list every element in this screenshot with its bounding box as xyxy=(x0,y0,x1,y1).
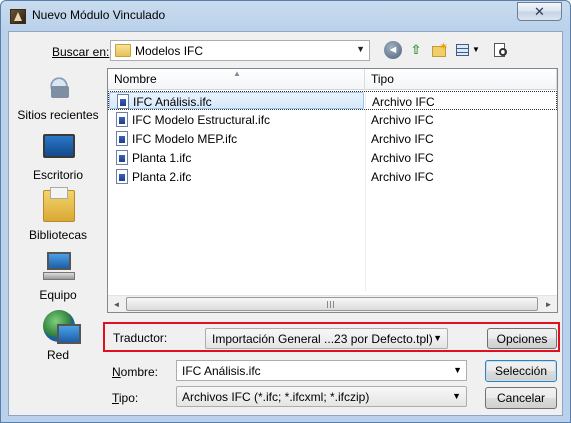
places-bar: Sitios recientes Escritorio Bibliotecas … xyxy=(9,68,107,362)
file-rows: IFC Análisis.ifc Archivo IFC IFC Modelo … xyxy=(108,91,557,186)
ifc-file-icon xyxy=(116,169,128,184)
file-type: Archivo IFC xyxy=(372,95,435,109)
translator-highlight: Traductor: Importación General ...23 por… xyxy=(103,322,560,352)
chevron-down-icon: ▼ xyxy=(356,44,365,54)
horizontal-scrollbar[interactable]: ◄ ► xyxy=(108,295,557,312)
folder-icon xyxy=(115,44,131,57)
scroll-left-icon[interactable]: ◄ xyxy=(108,296,125,313)
translator-select[interactable]: Importación General ...23 por Defecto.tp… xyxy=(205,328,448,349)
file-row[interactable]: Planta 1.ifc Archivo IFC xyxy=(108,148,557,167)
column-header-type[interactable]: Tipo xyxy=(365,69,557,90)
chevron-down-icon: ▼ xyxy=(452,391,461,401)
place-network[interactable]: Red xyxy=(9,308,107,364)
filename-label: Nombre: xyxy=(112,365,159,379)
place-label: Equipo xyxy=(39,288,77,302)
file-row[interactable]: IFC Modelo MEP.ifc Archivo IFC xyxy=(108,129,557,148)
filename-input[interactable]: IFC Análisis.ifc ▼ xyxy=(176,360,467,381)
window-title: Nuevo Módulo Vinculado xyxy=(32,8,166,22)
ifc-file-icon xyxy=(116,150,128,165)
place-label: Sitios recientes xyxy=(17,108,99,122)
list-header: ▲ Nombre Tipo xyxy=(108,69,557,90)
scroll-right-icon[interactable]: ► xyxy=(540,296,557,313)
place-recent[interactable]: Sitios recientes xyxy=(9,68,107,124)
place-label: Red xyxy=(46,348,69,362)
libraries-icon xyxy=(43,187,75,222)
back-icon[interactable]: ◄ xyxy=(384,41,402,59)
dialog-window: Nuevo Módulo Vinculado ✕ Buscar en: Mode… xyxy=(0,0,571,423)
file-list[interactable]: ▲ Nombre Tipo IFC Análisis.ifc Archivo I… xyxy=(107,68,558,313)
filetype-label: Tipo: xyxy=(112,391,139,405)
filetype-select[interactable]: Archivos IFC (*.ifc; *.ifcxml; *.ifczip)… xyxy=(176,386,467,407)
lookin-label: Buscar en: xyxy=(52,45,110,59)
translator-value: Importación General ...23 por Defecto.tp… xyxy=(212,332,433,346)
ifc-file-icon xyxy=(117,94,129,109)
recent-places-icon xyxy=(43,70,75,102)
column-header-name[interactable]: ▲ Nombre xyxy=(108,69,365,90)
place-desktop[interactable]: Escritorio xyxy=(9,128,107,184)
up-folder-icon[interactable]: ⇧ xyxy=(407,41,425,59)
chevron-down-icon: ▼ xyxy=(433,333,442,343)
sort-ascending-icon: ▲ xyxy=(233,69,241,78)
file-type: Archivo IFC xyxy=(371,170,434,184)
file-name: Planta 2.ifc xyxy=(132,170,192,184)
dialog-body: Buscar en: Modelos IFC ▼ ◄ ⇧ ✶ ▼ Sitios … xyxy=(8,31,563,416)
place-libraries[interactable]: Bibliotecas xyxy=(9,187,107,244)
file-row[interactable]: IFC Análisis.ifc Archivo IFC xyxy=(108,91,557,110)
filetype-value: Archivos IFC (*.ifc; *.ifcxml; *.ifczip) xyxy=(182,390,370,404)
file-name: Planta 1.ifc xyxy=(132,151,192,165)
app-icon xyxy=(10,9,26,24)
cancel-button[interactable]: Cancelar xyxy=(485,387,557,409)
desktop-icon xyxy=(43,134,75,158)
ifc-file-icon xyxy=(116,131,128,146)
scrollbar-thumb[interactable] xyxy=(126,297,538,311)
lookin-combo[interactable]: Modelos IFC ▼ xyxy=(110,40,370,61)
options-button[interactable]: Opciones xyxy=(487,328,557,349)
file-row[interactable]: Planta 2.ifc Archivo IFC xyxy=(108,167,557,186)
file-name: IFC Modelo Estructural.ifc xyxy=(132,113,271,127)
place-label: Escritorio xyxy=(32,168,83,182)
tools-icon[interactable] xyxy=(491,41,509,59)
close-button[interactable]: ✕ xyxy=(517,2,562,21)
filename-value: IFC Análisis.ifc xyxy=(182,364,261,378)
network-icon xyxy=(43,310,81,344)
views-menu-icon[interactable]: ▼ xyxy=(454,41,482,59)
file-type: Archivo IFC xyxy=(371,151,434,165)
new-folder-icon[interactable]: ✶ xyxy=(430,41,448,59)
place-label: Bibliotecas xyxy=(28,228,88,242)
lookin-value: Modelos IFC xyxy=(135,44,204,58)
translator-label: Traductor: xyxy=(113,331,168,345)
file-name: IFC Modelo MEP.ifc xyxy=(132,132,238,146)
ifc-file-icon xyxy=(116,112,128,127)
place-computer[interactable]: Equipo xyxy=(9,248,107,304)
select-button[interactable]: Selección xyxy=(485,360,557,382)
title-bar[interactable]: Nuevo Módulo Vinculado ✕ xyxy=(1,1,570,31)
computer-icon xyxy=(43,250,75,282)
file-row[interactable]: IFC Modelo Estructural.ifc Archivo IFC xyxy=(108,110,557,129)
file-type: Archivo IFC xyxy=(371,113,434,127)
chevron-down-icon[interactable]: ▼ xyxy=(453,365,462,375)
file-name: IFC Análisis.ifc xyxy=(133,95,212,109)
file-type: Archivo IFC xyxy=(371,132,434,146)
